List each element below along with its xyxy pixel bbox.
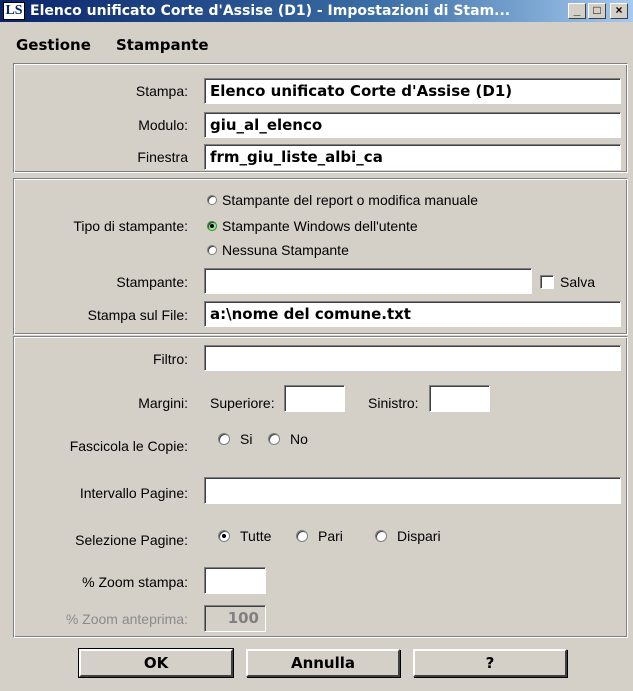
radio-selected-dot xyxy=(222,534,226,538)
option-printer-none-label: Nessuna Stampante xyxy=(222,242,349,258)
close-button[interactable]: × xyxy=(610,3,628,19)
selezione-pari-label: Pari xyxy=(318,528,343,544)
fascicola-si-label: Si xyxy=(240,431,253,447)
tipo-stampante-label: Tipo di stampante: xyxy=(73,218,188,234)
stampa-field[interactable]: Elenco unificato Corte d'Assise (D1) xyxy=(204,78,621,104)
zoom-anteprima-field: 100 xyxy=(204,605,266,632)
modulo-label: Modulo: xyxy=(138,117,188,133)
app-logo-icon: LS xyxy=(3,2,25,20)
filtro-field[interactable] xyxy=(204,345,621,371)
annulla-button[interactable]: Annulla xyxy=(246,649,400,677)
stampante-field[interactable] xyxy=(204,268,532,294)
salva-label: Salva xyxy=(560,274,596,290)
menu-bar: Gestione Stampante xyxy=(0,34,633,56)
stampa-file-field[interactable]: a:\nome del comune.txt xyxy=(204,301,621,327)
zoom-stampa-label: % Zoom stampa: xyxy=(82,574,188,590)
intervallo-label: Intervallo Pagine: xyxy=(79,485,188,501)
finestra-field[interactable]: frm_giu_liste_albi_ca xyxy=(204,144,621,170)
zoom-stampa-field[interactable] xyxy=(204,567,266,594)
title-bar[interactable]: LS Elenco unificato Corte d'Assise (D1) … xyxy=(0,0,633,22)
fascicola-label: Fascicola le Copie: xyxy=(69,438,188,454)
margini-label: Margini: xyxy=(138,395,188,411)
radio-printer-windows[interactable] xyxy=(207,221,217,231)
radio-printer-none[interactable] xyxy=(207,245,217,255)
radio-selezione-dispari[interactable] xyxy=(375,530,387,542)
selezione-label: Selezione Pagine: xyxy=(75,532,188,548)
stampa-label: Stampa: xyxy=(135,83,188,99)
stampante-label: Stampante: xyxy=(116,274,188,290)
option-printer-windows-label: Stampante Windows dell'utente xyxy=(222,218,418,234)
salva-checkbox[interactable] xyxy=(540,275,554,289)
intervallo-field[interactable] xyxy=(204,477,621,504)
menu-gestione[interactable]: Gestione xyxy=(16,36,91,54)
zoom-anteprima-label: % Zoom anteprima: xyxy=(65,611,188,627)
selezione-dispari-label: Dispari xyxy=(397,528,441,544)
fascicola-no-label: No xyxy=(290,431,308,447)
menu-stampante[interactable]: Stampante xyxy=(116,36,209,54)
finestra-label: Finestra xyxy=(137,149,188,165)
radio-fascicola-si[interactable] xyxy=(218,433,230,445)
ok-button[interactable]: OK xyxy=(78,648,234,678)
maximize-button[interactable]: □ xyxy=(588,3,606,19)
selezione-tutte-label: Tutte xyxy=(240,528,272,544)
minimize-button[interactable]: _ xyxy=(568,3,586,19)
window-title: Elenco unificato Corte d'Assise (D1) - I… xyxy=(30,3,511,19)
stampa-file-label: Stampa sul File: xyxy=(87,307,188,323)
superiore-label: Superiore: xyxy=(210,395,275,411)
radio-printer-report[interactable] xyxy=(207,195,217,205)
modulo-field[interactable]: giu_al_elenco xyxy=(204,112,621,138)
radio-fascicola-no[interactable] xyxy=(268,433,280,445)
option-printer-report-label: Stampante del report o modifica manuale xyxy=(222,192,479,208)
help-button[interactable]: ? xyxy=(413,649,567,677)
radio-selected-dot xyxy=(210,224,214,228)
radio-selezione-pari[interactable] xyxy=(296,530,308,542)
radio-selezione-tutte[interactable] xyxy=(218,530,230,542)
superiore-field[interactable] xyxy=(284,385,345,412)
filtro-label: Filtro: xyxy=(153,351,188,367)
sinistro-label: Sinistro: xyxy=(368,395,419,411)
sinistro-field[interactable] xyxy=(429,385,490,412)
